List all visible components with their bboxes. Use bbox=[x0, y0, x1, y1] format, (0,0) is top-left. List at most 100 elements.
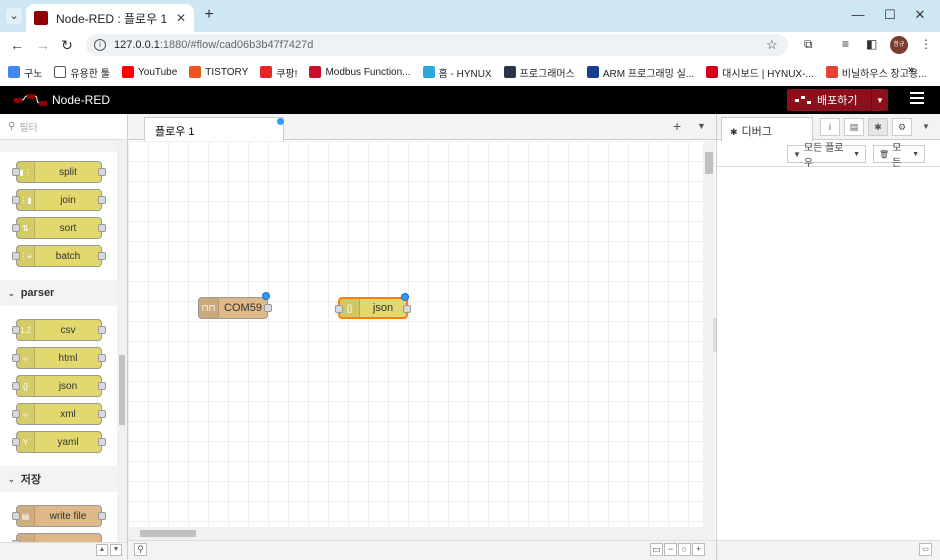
open-debug-window-icon[interactable]: ▭ bbox=[919, 543, 932, 556]
bug-icon: ✱ bbox=[730, 127, 738, 137]
sidebar-more-caret-icon[interactable]: ▼ bbox=[922, 122, 930, 131]
output-port[interactable] bbox=[264, 304, 272, 312]
canvas-horizontal-scroll-thumb[interactable] bbox=[140, 530, 196, 537]
bookmark-item[interactable]: 유용한 툴 bbox=[54, 65, 110, 80]
bookmark-item[interactable]: YouTube bbox=[122, 66, 177, 78]
palette-node-list: ▮⋮ split ⋮▮ join ⇅ sort ⋮≡ batch ⌄ parse… bbox=[0, 140, 117, 542]
canvas-horizontal-scrollbar[interactable] bbox=[128, 527, 715, 540]
bookmark-item[interactable]: Modbus Function... bbox=[309, 66, 411, 78]
palette-scrollbar[interactable] bbox=[117, 140, 127, 542]
palette-node-html[interactable]: ‹› html bbox=[12, 347, 106, 369]
main-menu-icon[interactable] bbox=[910, 92, 926, 106]
palette-category-parser[interactable]: ⌄ parser bbox=[0, 280, 117, 306]
palette-node-read-file[interactable]: ▤ bbox=[12, 533, 102, 542]
flow-canvas[interactable] bbox=[128, 141, 703, 527]
palette-node-write-file[interactable]: ▤ write file bbox=[12, 505, 106, 527]
flow-list-caret-icon[interactable]: ▼ bbox=[697, 121, 706, 131]
bookmark-item[interactable]: ARM 프로그래밍 실... bbox=[586, 65, 694, 80]
zoom-out-icon[interactable]: − bbox=[664, 543, 677, 556]
palette-node-csv[interactable]: 1,2 csv bbox=[12, 319, 106, 341]
bookmark-item[interactable]: TISTORY bbox=[189, 66, 248, 78]
browser-menu-icon[interactable]: ⋮ bbox=[920, 37, 932, 51]
bookmark-item[interactable]: 대시보드 | HYNUX-... bbox=[706, 65, 814, 80]
filter-icon: ▼ bbox=[793, 149, 801, 159]
maximize-button[interactable]: ☐ bbox=[880, 6, 900, 24]
debug-clear-select[interactable]: 🗑 모든 ▼ bbox=[873, 143, 925, 169]
debug-tab-icon[interactable]: ✱ bbox=[868, 118, 888, 136]
address-bar[interactable]: i 127.0.0.1:1880/#flow/cad06b3b47f7427d bbox=[86, 34, 788, 56]
palette-node-join[interactable]: ⋮▮ join bbox=[12, 189, 106, 211]
deploy-label: 배포하기 bbox=[817, 95, 858, 107]
profile-avatar[interactable]: 항규 bbox=[890, 36, 908, 54]
config-gear-icon[interactable]: ⚙ bbox=[892, 118, 912, 136]
canvas-vertical-scroll-thumb[interactable] bbox=[705, 152, 713, 174]
input-port[interactable] bbox=[335, 305, 343, 313]
tab-search-button[interactable]: ⌄ bbox=[6, 8, 22, 24]
tab-flow-1[interactable]: 플로우 1 bbox=[144, 117, 284, 141]
navigator-icon[interactable]: ▭ bbox=[650, 543, 663, 556]
add-flow-icon[interactable]: + bbox=[673, 118, 681, 134]
minimize-button[interactable]: — bbox=[848, 6, 868, 24]
reload-icon[interactable]: ↻ bbox=[58, 36, 76, 54]
favicon-icon bbox=[189, 66, 202, 78]
bookmark-item[interactable]: 프로그래머스 bbox=[503, 65, 575, 80]
palette-node-xml[interactable]: ‹› xml bbox=[12, 403, 106, 425]
browser-tab[interactable]: Node-RED : 플로우 1 ✕ bbox=[26, 4, 194, 32]
flow-node-json[interactable]: {} json bbox=[335, 293, 411, 319]
node-red-logo-icon bbox=[14, 94, 47, 106]
favicon-icon bbox=[825, 66, 838, 78]
side-panel-icon[interactable]: ◧ bbox=[866, 37, 877, 51]
close-tab-icon[interactable]: ✕ bbox=[176, 11, 186, 25]
site-info-icon[interactable]: i bbox=[94, 39, 106, 51]
url-path: :1880/#flow/cad06b3b47f7427d bbox=[159, 39, 314, 51]
palette-node-yaml[interactable]: Y yaml bbox=[12, 431, 106, 453]
favicon-icon bbox=[503, 66, 516, 78]
node-changed-indicator bbox=[262, 292, 270, 300]
favicon-icon bbox=[422, 66, 435, 78]
tab-changed-indicator bbox=[277, 118, 284, 125]
more-bookmarks-icon[interactable]: » bbox=[908, 64, 914, 76]
bookmark-item[interactable]: 구노 bbox=[8, 65, 42, 80]
chevron-down-icon: ⌄ bbox=[8, 474, 15, 484]
palette-category-sequence[interactable] bbox=[0, 140, 117, 152]
expand-all-icon[interactable]: ▼ bbox=[110, 544, 122, 556]
palette-category-storage[interactable]: ⌄ 저장 bbox=[0, 466, 117, 492]
chevron-down-icon: ▼ bbox=[853, 150, 860, 158]
tab-title: Node-RED : 플로우 1 bbox=[56, 11, 168, 26]
favicon-icon bbox=[8, 66, 20, 78]
debug-filter-select[interactable]: ▼ 모든 플로우 ▼ bbox=[787, 143, 866, 169]
chevron-down-icon: ▼ bbox=[912, 150, 919, 158]
bookmark-item[interactable]: 홈 - HYNUX bbox=[422, 65, 492, 80]
output-port[interactable] bbox=[403, 305, 411, 313]
palette-scroll-thumb[interactable] bbox=[119, 355, 125, 425]
help-book-icon[interactable]: ▤ bbox=[844, 118, 864, 136]
new-tab-button[interactable]: + bbox=[200, 6, 218, 24]
back-icon[interactable]: ← bbox=[8, 36, 26, 54]
deploy-button[interactable]: 배포하기 ▼ bbox=[787, 89, 888, 111]
palette-node-split[interactable]: ▮⋮ split bbox=[12, 161, 106, 183]
palette-node-json[interactable]: {} json bbox=[12, 375, 106, 397]
forward-icon[interactable]: → bbox=[34, 36, 52, 54]
zoom-reset-icon[interactable]: ○ bbox=[678, 543, 691, 556]
favicon-icon bbox=[706, 66, 719, 78]
collapse-all-icon[interactable]: ▲ bbox=[96, 544, 108, 556]
palette-node-batch[interactable]: ⋮≡ batch bbox=[12, 245, 106, 267]
bookmark-star-icon[interactable]: ☆ bbox=[766, 37, 778, 53]
palette-filter-input[interactable]: ⚲ 필터 bbox=[0, 114, 127, 140]
extensions-icon[interactable]: ⧉ bbox=[804, 37, 813, 52]
close-window-button[interactable]: ✕ bbox=[910, 6, 930, 24]
deploy-options-caret-icon[interactable]: ▼ bbox=[872, 96, 888, 105]
sidebar bbox=[716, 114, 940, 560]
node-red-favicon bbox=[34, 11, 48, 25]
tab-debug[interactable]: ✱ 디버그 bbox=[721, 117, 813, 141]
flow-node-serial-in[interactable]: ⊓⊓ COM59 bbox=[198, 292, 272, 319]
favicon-icon bbox=[260, 66, 273, 78]
media-controls-icon[interactable]: ≡ bbox=[842, 37, 849, 51]
zoom-in-icon[interactable]: + bbox=[692, 543, 705, 556]
search-flows-icon[interactable]: ⚲ bbox=[134, 543, 147, 556]
info-tab-icon[interactable]: i bbox=[820, 118, 840, 136]
palette-node-sort[interactable]: ⇅ sort bbox=[12, 217, 106, 239]
app-title: Node-RED bbox=[52, 93, 111, 107]
bookmark-item[interactable]: 쿠팡! bbox=[260, 65, 297, 80]
url-host: 127.0.0.1 bbox=[114, 39, 160, 51]
